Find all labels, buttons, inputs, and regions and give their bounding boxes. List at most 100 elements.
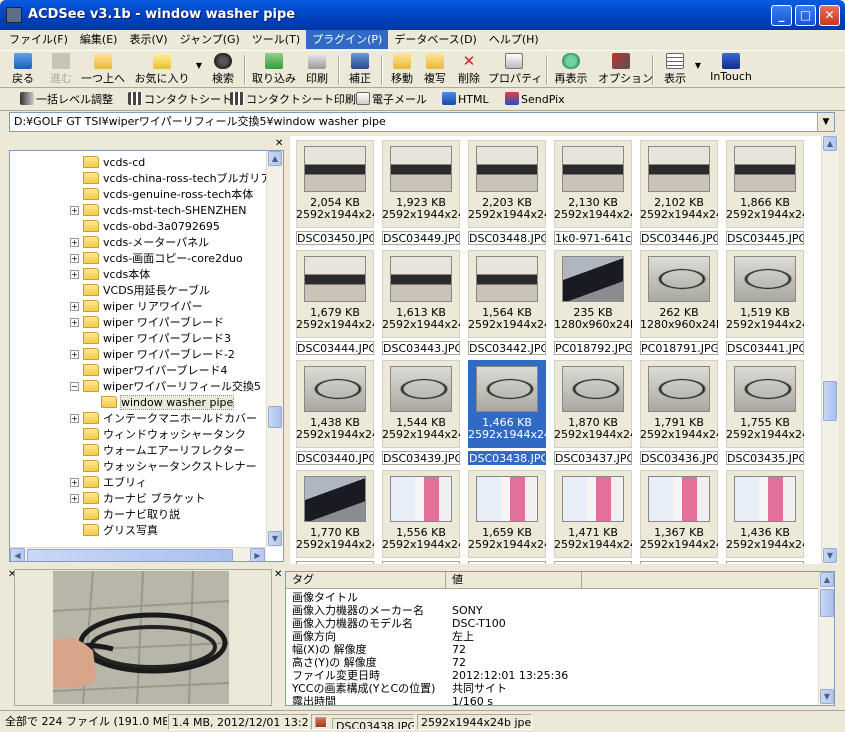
tree-folder-item[interactable]: + vcds本体 xyxy=(70,267,150,283)
thumbnail-item[interactable]: 2,054 KB2592x1944x24b DSC03450.JPG xyxy=(296,140,374,245)
thumbnail-item[interactable]: 262 KB 1280x960x24b PC018791.JPG xyxy=(640,250,718,355)
view-button[interactable]: 表示 xyxy=(660,53,690,87)
thumbnail-item[interactable]: 2,130 KB2592x1944x24b 1k0-971-641c... xyxy=(554,140,632,245)
up-folder-button[interactable]: 一つ上へ xyxy=(80,53,126,87)
tree-folder-item[interactable]: vcds-obd-3a0792695 xyxy=(70,219,220,235)
move-button[interactable]: 移動 xyxy=(387,53,417,87)
grid-scroll-down-icon[interactable]: ▼ xyxy=(823,548,837,563)
tree-folder-item[interactable]: − wiperワイパーリフィール交換5 xyxy=(70,379,261,395)
menu-file[interactable]: ファイル(F) xyxy=(3,30,74,49)
expand-icon[interactable]: + xyxy=(70,318,79,327)
thumbnail-item[interactable]: 2,203 KB2592x1944x24b DSC03448.JPG xyxy=(468,140,546,245)
tree-folder-item[interactable]: window washer pipe xyxy=(88,395,235,411)
tree-folder-item[interactable]: vcds-genuine-ross-tech本体 xyxy=(70,187,253,203)
tree-scroll-down-icon[interactable]: ▼ xyxy=(268,531,282,546)
thumbnail-item[interactable]: 1,519 KB2592x1944x24b DSC03441.JPG xyxy=(726,250,804,355)
path-dropdown-button[interactable]: ▼ xyxy=(817,113,834,131)
tree-folder-item[interactable]: + vcds-メーターパネル xyxy=(70,235,209,251)
thumbnail-item[interactable]: 1,544 KB2592x1944x24b DSC03439.JPG xyxy=(382,360,460,465)
tree-folder-item[interactable]: + wiper ワイパーブレード xyxy=(70,315,224,331)
tree-hscroll-thumb[interactable] xyxy=(27,549,233,561)
thumbnail-item[interactable]: 2,102 KB2592x1944x24b DSC03446.JPG xyxy=(640,140,718,245)
expand-icon[interactable]: + xyxy=(70,302,79,311)
thumbnail-item[interactable]: 1,466 KB2592x1944x24b DSC03438.JPG xyxy=(468,360,546,465)
tree-folder-item[interactable]: + vcds-画面コピー-core2duo xyxy=(70,251,243,267)
expand-icon[interactable]: + xyxy=(70,238,79,247)
maximize-button[interactable]: □ xyxy=(795,5,816,26)
copy-button[interactable]: 複写 xyxy=(420,53,450,87)
collapse-icon[interactable]: − xyxy=(70,382,79,391)
menu-edit[interactable]: 編集(E) xyxy=(74,30,124,49)
thumbnail-item[interactable]: 1,659 KB2592x1944x24b xyxy=(468,470,546,564)
column-value-header[interactable]: 値 xyxy=(446,572,582,589)
tree-scrollbar[interactable]: ▲ ▼ xyxy=(266,151,283,547)
thumbnail-item[interactable]: 1,613 KB2592x1944x24b DSC03443.JPG xyxy=(382,250,460,355)
props-scroll-thumb[interactable] xyxy=(820,589,834,617)
thumbnail-item[interactable]: 1,866 KB2592x1944x24b DSC03445.JPG xyxy=(726,140,804,245)
tree-folder-item[interactable]: + インテークマニホールドカバー xyxy=(70,411,257,427)
contact-sheet-button[interactable]: コンタクトシート xyxy=(128,92,232,109)
tree-folder-item[interactable]: + wiper ワイパーブレード-2 xyxy=(70,347,235,363)
menu-database[interactable]: データベース(D) xyxy=(388,30,483,49)
menu-jump[interactable]: ジャンプ(G) xyxy=(174,30,246,49)
expand-icon[interactable]: + xyxy=(70,494,79,503)
thumbnail-item[interactable]: 235 KB 1280x960x24b PC018792.JPG xyxy=(554,250,632,355)
properties-button[interactable]: プロパティ xyxy=(488,53,542,87)
expand-icon[interactable]: + xyxy=(70,414,79,423)
close-button[interactable]: ✕ xyxy=(819,5,840,26)
sendpix-button[interactable]: SendPix xyxy=(505,92,565,109)
tree-folder-item[interactable]: カーナビ取り説 xyxy=(70,507,180,523)
path-field[interactable]: D:¥GOLF GT TSI¥wiperワイパーリフィール交換5¥window … xyxy=(9,112,835,132)
html-button[interactable]: HTML xyxy=(442,92,489,109)
tree-folder-item[interactable]: + wiper リアワイパー xyxy=(70,299,203,315)
contact-sheet-print-button[interactable]: コンタクトシート印刷 xyxy=(230,92,356,109)
expand-icon[interactable]: + xyxy=(70,478,79,487)
tree-folder-item[interactable]: wiper ワイパーブレード3 xyxy=(70,331,231,347)
menu-tools[interactable]: ツール(T) xyxy=(246,30,306,49)
options-button[interactable]: オプション xyxy=(598,53,653,87)
grid-scroll-thumb[interactable] xyxy=(823,381,837,421)
acquire-button[interactable]: 取り込み xyxy=(252,53,296,87)
thumbnail-item[interactable]: 1,679 KB2592x1944x24b DSC03444.JPG xyxy=(296,250,374,355)
tree-hscrollbar[interactable]: ◀ ▶ xyxy=(10,547,266,561)
tree-folder-item[interactable]: ウィンドウォッシャータンク xyxy=(70,427,246,443)
grid-scrollbar[interactable]: ▲ ▼ xyxy=(821,136,838,564)
menu-help[interactable]: ヘルプ(H) xyxy=(483,30,545,49)
expand-icon[interactable]: + xyxy=(70,270,79,279)
intouch-button[interactable]: InTouch xyxy=(708,53,754,87)
thumbnail-item[interactable]: 1,471 KB2592x1944x24b xyxy=(554,470,632,564)
expand-icon[interactable]: + xyxy=(70,254,79,263)
tree-folder-item[interactable]: + カーナビ ブラケット xyxy=(70,491,206,507)
forward-button[interactable]: 進む xyxy=(44,53,78,87)
refresh-button[interactable]: 再表示 xyxy=(552,53,590,87)
column-tag-header[interactable]: タグ xyxy=(286,572,446,589)
properties-scrollbar[interactable]: ▲ ▼ xyxy=(818,572,834,705)
thumbnail-item[interactable]: 1,564 KB2592x1944x24b DSC03442.JPG xyxy=(468,250,546,355)
tree-folder-item[interactable]: wiperワイパーブレード4 xyxy=(70,363,227,379)
menu-view[interactable]: 表示(V) xyxy=(123,30,173,49)
favorites-button[interactable]: お気に入り xyxy=(132,53,192,87)
search-button[interactable]: 検索 xyxy=(208,53,238,87)
tree-folder-item[interactable]: グリス写真 xyxy=(70,523,158,539)
props-scroll-down-icon[interactable]: ▼ xyxy=(820,689,834,704)
thumbnail-item[interactable]: 1,367 KB2592x1944x24b xyxy=(640,470,718,564)
email-button[interactable]: 電子メール xyxy=(356,92,427,109)
thumbnail-item[interactable]: 1,436 KB2592x1944x24b xyxy=(726,470,804,564)
grid-scroll-up-icon[interactable]: ▲ xyxy=(823,136,837,151)
tree-scroll-up-icon[interactable]: ▲ xyxy=(268,151,282,166)
tree-folder-item[interactable]: ウォームエアーリフレクター xyxy=(70,443,245,459)
tree-scroll-right-icon[interactable]: ▶ xyxy=(250,548,265,561)
thumbnail-item[interactable]: 1,438 KB2592x1944x24b DSC03440.JPG xyxy=(296,360,374,465)
thumbnail-item[interactable]: 1,556 KB2592x1944x24b xyxy=(382,470,460,564)
tree-folder-item[interactable]: + vcds-mst-tech-SHENZHEN xyxy=(70,203,246,219)
tree-close-icon[interactable]: ✕ xyxy=(275,138,283,150)
tree-scroll-thumb[interactable] xyxy=(268,406,282,428)
back-button[interactable]: 戻る xyxy=(6,53,40,87)
thumbnail-item[interactable]: 1,770 KB2592x1944x24b xyxy=(296,470,374,564)
thumbnail-item[interactable]: 1,755 KB2592x1944x24b DSC03435.JPG xyxy=(726,360,804,465)
tree-folder-item[interactable]: vcds-china-ross-techブルガリア xyxy=(70,171,271,187)
minimize-button[interactable]: _ xyxy=(771,5,792,26)
thumbnail-item[interactable]: 1,791 KB2592x1944x24b DSC03436.JPG xyxy=(640,360,718,465)
batch-level-button[interactable]: 一括レベル調整 xyxy=(20,92,113,109)
tree-folder-item[interactable]: + エブリィ xyxy=(70,475,147,491)
